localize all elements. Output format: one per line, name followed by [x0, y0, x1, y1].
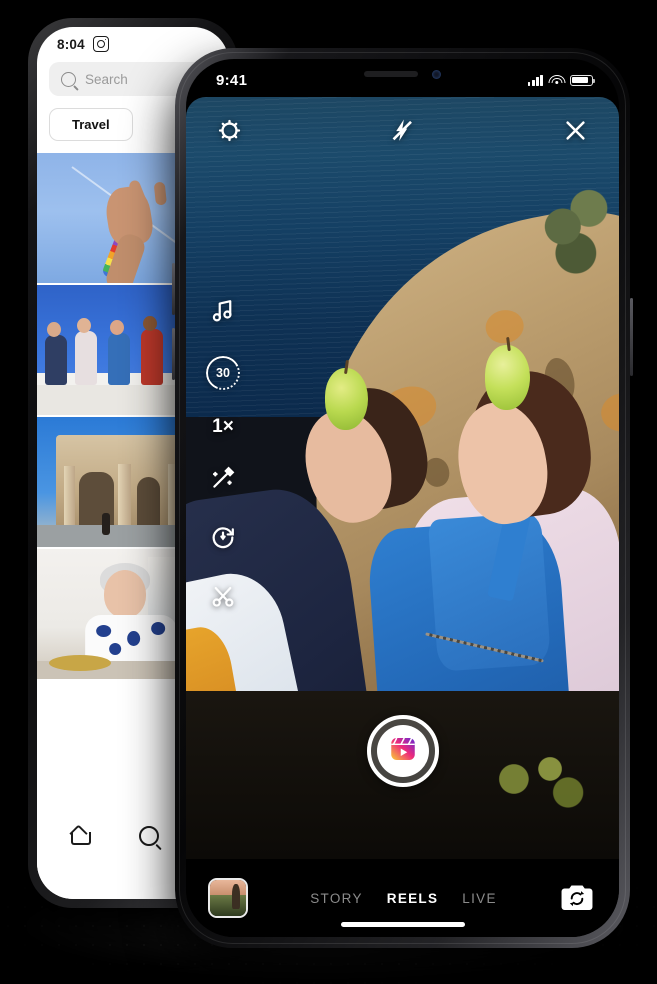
- cellular-bars-icon: [527, 74, 543, 86]
- food-plate: [48, 655, 111, 671]
- back-status-time: 8:04: [57, 36, 85, 52]
- person-head: [142, 316, 157, 331]
- instagram-camera-icon: [92, 36, 109, 52]
- home-indicator[interactable]: [340, 922, 465, 927]
- camera-mode-tabs: STORY REELS LIVE: [248, 891, 559, 906]
- volume-up-button[interactable]: [172, 263, 175, 315]
- status-time: 9:41: [216, 71, 248, 89]
- back-status-bar: 8:04: [37, 27, 229, 57]
- apple-left: [324, 359, 368, 430]
- front-phone-screen: 30 1× 9:41 STORY REELS LIVE: [186, 59, 619, 937]
- chip-travel[interactable]: Travel: [49, 108, 133, 141]
- cliff-shrub: [528, 165, 615, 288]
- arch-bay: [136, 476, 160, 532]
- camera-flip-icon[interactable]: [559, 883, 595, 913]
- front-phone-device: 30 1× 9:41 STORY REELS LIVE: [172, 48, 633, 948]
- person: [108, 333, 131, 385]
- person: [140, 329, 163, 385]
- record-button[interactable]: [366, 715, 439, 787]
- close-x-icon[interactable]: [562, 117, 589, 149]
- arch-column: [63, 466, 76, 532]
- person-head: [109, 320, 124, 335]
- tab-reels[interactable]: REELS: [387, 891, 439, 906]
- timer-icon[interactable]: [209, 523, 237, 556]
- duration-label: 30: [216, 366, 230, 380]
- power-button[interactable]: [630, 298, 633, 376]
- camera-tool-rail: 30 1×: [206, 297, 240, 615]
- tab-story[interactable]: STORY: [310, 891, 363, 906]
- camera-viewfinder[interactable]: 30 1×: [186, 97, 619, 859]
- speed-icon[interactable]: 1×: [212, 416, 234, 438]
- gallery-thumbnail[interactable]: [208, 878, 248, 918]
- search-icon: [61, 71, 76, 87]
- magic-wand-icon[interactable]: [209, 464, 237, 497]
- person-head: [104, 569, 147, 618]
- home-icon[interactable]: [71, 827, 91, 845]
- search-placeholder: Search: [85, 71, 128, 87]
- scissors-icon[interactable]: [209, 582, 237, 615]
- gear-icon[interactable]: [216, 117, 243, 149]
- pedestrian: [102, 513, 111, 535]
- battery-icon: [570, 74, 595, 86]
- tab-live[interactable]: LIVE: [462, 891, 496, 906]
- person: [75, 331, 98, 385]
- music-note-icon[interactable]: [209, 297, 237, 330]
- status-indicators: [527, 74, 595, 86]
- flash-off-icon[interactable]: [389, 117, 416, 149]
- camera-top-controls: [186, 105, 619, 161]
- person: [44, 335, 67, 385]
- search-icon[interactable]: [139, 826, 159, 846]
- foreground-moss: [480, 737, 594, 821]
- screenshot-stage: 8:04 Search Travel 30 1× 9:41 STORY REEL…: [0, 0, 657, 984]
- wifi-icon: [548, 74, 565, 86]
- front-status-bar: 9:41: [186, 59, 619, 97]
- volume-down-button[interactable]: [172, 328, 175, 380]
- person-head: [46, 322, 61, 337]
- duration-ring-icon[interactable]: 30: [206, 356, 240, 390]
- arch-column: [117, 463, 132, 532]
- record-button-core: [376, 725, 429, 777]
- reels-clapper-icon: [388, 734, 418, 769]
- finger: [153, 181, 168, 206]
- apple-right: [484, 336, 531, 411]
